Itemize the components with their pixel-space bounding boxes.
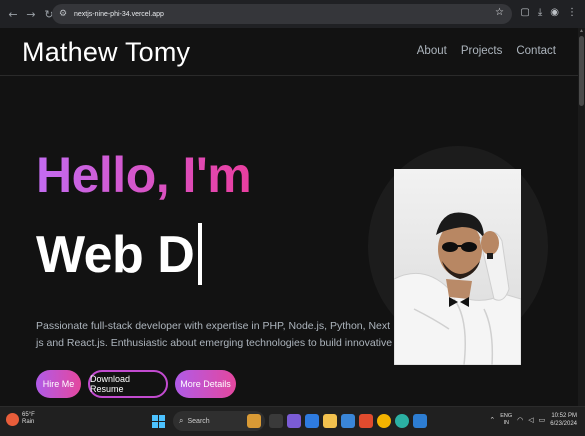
clock[interactable]: 10:52 PM 6/23/2024: [550, 412, 577, 428]
scroll-up-icon[interactable]: ▲: [579, 29, 584, 34]
windows-start-icon[interactable]: [152, 414, 165, 428]
scrollbar-thumb[interactable]: [579, 36, 584, 106]
weather-icon: [6, 412, 19, 426]
weather-widget[interactable]: 65°F Rain: [6, 412, 35, 426]
system-tray: ⌃ ENG IN ◠ ◁ ▭ 10:52 PM 6/23/2024: [489, 412, 577, 428]
webpage: Mathew Tomy About Projects Contact Hello…: [0, 28, 578, 406]
tray-chevron-icon[interactable]: ⌃: [489, 416, 495, 424]
copilot-icon[interactable]: [287, 414, 301, 428]
battery-icon[interactable]: ▭: [539, 416, 546, 424]
search-placeholder: Search: [187, 417, 210, 425]
page-scrollbar[interactable]: ▲: [578, 28, 585, 406]
browser-toolbar: ← → ↻ ⚙ nextjs-nine-phi-34.vercel.app ☆ …: [0, 0, 585, 28]
hero-greeting: Hello, I'm: [36, 147, 252, 203]
clock-date: 6/23/2024: [550, 421, 577, 427]
language-indicator[interactable]: ENG IN: [500, 413, 512, 427]
chrome-icon[interactable]: [377, 414, 391, 428]
weather-temp: 65°F: [22, 412, 35, 418]
extensions-icon[interactable]: ▢: [520, 7, 529, 18]
forward-icon[interactable]: →: [24, 7, 38, 21]
hero-typed-role: Web D: [36, 223, 203, 285]
nav-link-contact[interactable]: Contact: [516, 45, 556, 57]
taskbar-search[interactable]: ⌕ Search: [173, 411, 265, 431]
bookmark-star-icon[interactable]: ☆: [495, 7, 504, 18]
typed-text: Web D: [36, 226, 195, 284]
address-bar[interactable]: ⚙ nextjs-nine-phi-34.vercel.app ☆: [52, 4, 512, 24]
clock-time: 10:52 PM: [551, 413, 577, 419]
volume-icon[interactable]: ◁: [528, 416, 533, 424]
language-code: ENG: [500, 413, 513, 419]
back-icon[interactable]: ←: [6, 7, 20, 21]
hire-me-button[interactable]: Hire Me: [36, 370, 81, 398]
task-view-icon[interactable]: [269, 414, 283, 428]
profile-photo: [394, 169, 521, 365]
search-icon: ⌕: [179, 416, 184, 425]
url-text[interactable]: nextjs-nine-phi-34.vercel.app: [74, 11, 164, 18]
nav-link-projects[interactable]: Projects: [461, 45, 503, 57]
profile-icon[interactable]: ◉: [550, 7, 559, 18]
more-details-button[interactable]: More Details: [175, 370, 236, 398]
brand-name[interactable]: Mathew Tomy: [22, 37, 190, 68]
wifi-icon[interactable]: ◠: [517, 416, 523, 424]
mail-icon[interactable]: [305, 414, 319, 428]
taskbar: 65°F Rain ⌕ Search ⌃ ENG IN ◠ ◁ ▭ 10:52 …: [0, 406, 585, 436]
hero-buttons: Hire Me Download Resume More Details: [36, 370, 236, 398]
main-nav: About Projects Contact: [417, 45, 556, 57]
hero-description: Passionate full-stack developer with exp…: [36, 320, 393, 349]
site-info-icon[interactable]: ⚙: [59, 8, 71, 20]
edge-icon[interactable]: [395, 414, 409, 428]
vscode-icon[interactable]: [413, 414, 427, 428]
download-resume-button[interactable]: Download Resume: [88, 370, 168, 398]
file-explorer-icon[interactable]: [323, 414, 337, 428]
typing-cursor: [198, 223, 203, 285]
store-icon[interactable]: [341, 414, 355, 428]
brave-icon[interactable]: [359, 414, 373, 428]
taskbar-apps: ⌕ Search: [152, 411, 427, 431]
site-header: Mathew Tomy About Projects Contact: [0, 28, 578, 76]
nav-link-about[interactable]: About: [417, 45, 447, 57]
menu-icon[interactable]: ⋮: [567, 7, 577, 18]
region-code: IN: [503, 420, 509, 426]
download-icon[interactable]: ⤓: [538, 7, 542, 18]
weather-condition: Rain: [22, 419, 35, 425]
search-highlight-icon: [247, 414, 261, 428]
